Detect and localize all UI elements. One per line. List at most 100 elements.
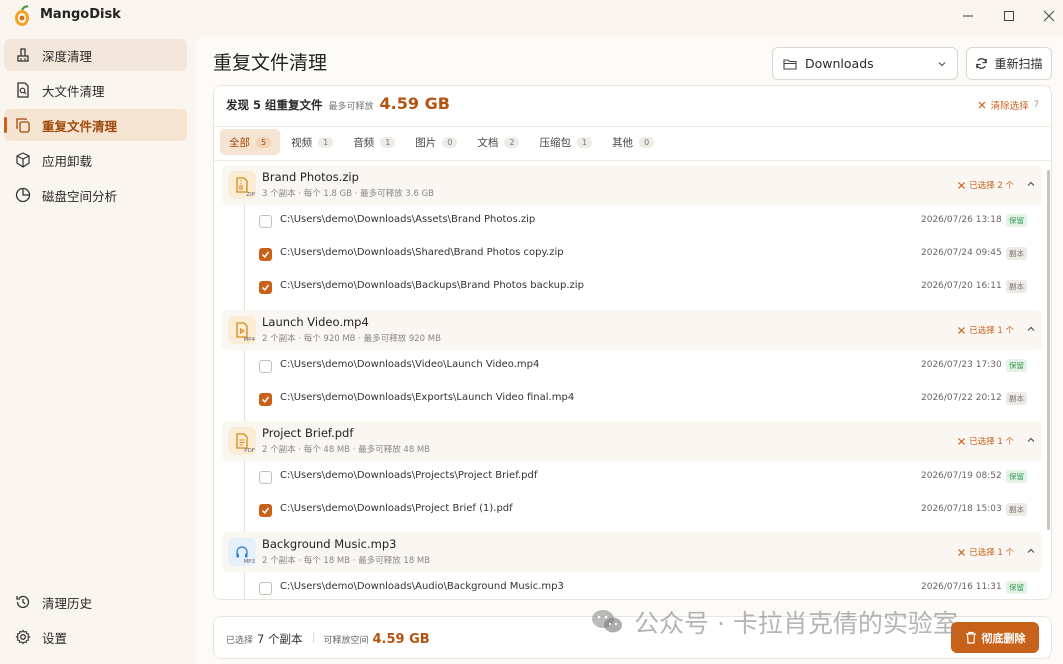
maximize-button[interactable] [999,6,1019,26]
rescan-button[interactable]: 重新扫描 [966,47,1052,80]
close-button[interactable] [1039,6,1059,26]
pie-chart-icon [14,186,32,204]
group-meta: 2 个副本 · 每个 48 MB · 最多可释放 48 MB [262,445,431,455]
file-row[interactable]: C:\Users\demo\Downloads\Backups\Brand Ph… [214,271,1034,304]
chevron-up-icon[interactable] [1026,323,1036,337]
file-row[interactable]: C:\Users\demo\Downloads\Exports\Launch V… [214,383,1034,416]
sidebar-item-settings[interactable]: 设置 [4,621,187,653]
file-row[interactable]: C:\Users\demo\Downloads\Project Brief (1… [214,494,1034,527]
group-header[interactable]: PDF Project Brief.pdf 2 个副本 · 每个 48 MB ·… [222,421,1042,461]
row-checkbox[interactable] [259,215,272,228]
row-checkbox[interactable] [259,360,272,373]
duplicate-badge: 副本 [1006,280,1027,293]
chevron-up-icon[interactable] [1026,545,1036,559]
active-indicator [4,117,7,133]
selected-value: 7 个副本 [257,632,303,646]
tab-label: 文档 [477,136,499,149]
sidebar-item-duplicate-files[interactable]: 重复文件清理 [4,109,187,141]
file-row[interactable]: C:\Users\demo\Downloads\Shared\Brand Pho… [214,238,1034,271]
group-selected-label: 已选择 1 个 [969,437,1014,447]
sidebar-item-label: 深度清理 [42,48,93,64]
group-header[interactable]: MP3 Background Music.mp3 2 个副本 · 每个 18 M… [222,532,1042,572]
file-row[interactable]: C:\Users\demo\Downloads\Video\Launch Vid… [214,350,1034,383]
group-selected[interactable]: 已选择 1 个 [958,435,1014,447]
duplicate-badge: 副本 [1006,392,1027,405]
sidebar: 深度清理 大文件清理 重复文件清理 应用卸载 磁盘空间分析 清理历史 设置 [0,36,196,664]
main-content: 重复文件清理 Downloads 重新扫描 发现 5 组重复文件 最多可释放 4… [196,36,1063,664]
sidebar-item-label: 大文件清理 [42,83,105,99]
file-path: C:\Users\demo\Downloads\Video\Launch Vid… [280,359,540,370]
duplicate-badge: 副本 [1006,503,1027,516]
tab-image[interactable]: 图片 0 [406,129,466,155]
sidebar-item-large-files[interactable]: 大文件清理 [4,74,187,106]
group-selected-label: 已选择 2 个 [969,181,1014,191]
video-file-icon: MP4 [228,316,256,344]
scrollbar-thumb[interactable] [1047,170,1050,530]
filter-tabs: 全部 5 视频 1 音频 1 图片 0 文档 2 压缩包 1 其他 0 [220,129,665,155]
sidebar-item-label: 磁盘空间分析 [42,188,118,204]
folder-select[interactable]: Downloads [772,47,958,80]
tab-video[interactable]: 视频 1 [282,129,342,155]
tab-document[interactable]: 文档 2 [468,129,528,155]
group-selected-label: 已选择 1 个 [969,548,1014,558]
sidebar-item-deep-clean[interactable]: 深度清理 [4,39,187,71]
check-icon [261,396,270,404]
delete-button[interactable]: 彻底删除 [951,622,1039,653]
group-selected[interactable]: 已选择 1 个 [958,324,1014,336]
minimize-button[interactable] [958,6,978,26]
chevron-down-icon [937,57,947,72]
trash-icon [965,631,976,644]
tab-count: 0 [442,136,458,148]
group-selected[interactable]: 已选择 2 个 [958,179,1014,191]
tab-other[interactable]: 其他 0 [603,129,663,155]
tab-count: 1 [380,136,396,148]
tab-archive[interactable]: 压缩包 1 [530,129,601,155]
chevron-up-icon[interactable] [1026,178,1036,192]
file-path: C:\Users\demo\Downloads\Projects\Project… [280,470,538,481]
sidebar-item-history[interactable]: 清理历史 [4,586,187,618]
space-value: 4.59 GB [372,632,430,647]
tab-label: 全部 [229,136,250,149]
check-icon [261,284,270,292]
close-icon [958,548,966,556]
file-date: 2026/07/23 17:30 [921,360,1002,370]
group-meta: 3 个副本 · 每个 1.8 GB · 最多可释放 3.6 GB [262,189,435,199]
broom-icon [14,46,32,64]
group-header[interactable]: ZIP Brand Photos.zip 3 个副本 · 每个 1.8 GB ·… [222,165,1042,205]
tab-count: 1 [576,136,593,148]
row-checkbox[interactable] [259,393,272,406]
group-meta: 2 个副本 · 每个 920 MB · 最多可释放 920 MB [262,334,441,344]
row-checkbox[interactable] [259,471,272,484]
chevron-up-icon[interactable] [1026,434,1036,448]
sidebar-item-uninstall[interactable]: 应用卸载 [4,144,187,176]
file-row[interactable]: C:\Users\demo\Downloads\Projects\Project… [214,461,1034,494]
file-row[interactable]: C:\Users\demo\Downloads\Assets\Brand Pho… [214,205,1034,238]
file-ext: MP3 [243,559,255,565]
title-bar: MangoDisk [0,0,1063,32]
file-path: C:\Users\demo\Downloads\Audio\Background… [280,581,564,592]
clear-selection-count: 7 [1033,100,1039,110]
file-row[interactable]: C:\Users\demo\Downloads\Audio\Background… [214,572,1034,599]
file-ext: MP4 [243,337,255,343]
file-path: C:\Users\demo\Downloads\Assets\Brand Pho… [280,214,536,225]
tab-audio[interactable]: 音频 1 [344,129,404,155]
row-checkbox[interactable] [259,281,272,294]
file-path: C:\Users\demo\Downloads\Shared\Brand Pho… [280,247,564,258]
row-checkbox[interactable] [259,504,272,517]
keep-badge: 保留 [1006,214,1027,227]
group-selected[interactable]: 已选择 1 个 [958,546,1014,558]
tab-count: 5 [256,136,272,148]
delete-label: 彻底删除 [981,631,1026,645]
tab-count: 1 [318,136,334,148]
close-icon [958,437,966,445]
file-date: 2026/07/24 09:45 [921,248,1002,258]
duplicate-badge: 副本 [1006,247,1027,260]
row-checkbox[interactable] [259,248,272,261]
tab-count: 2 [504,136,520,148]
history-icon [14,593,32,611]
tab-all[interactable]: 全部 5 [220,129,281,155]
sidebar-item-disk-analysis[interactable]: 磁盘空间分析 [4,179,187,211]
clear-selection-button[interactable]: 清除选择 7 [978,98,1039,112]
row-checkbox[interactable] [259,582,272,595]
group-header[interactable]: MP4 Launch Video.mp4 2 个副本 · 每个 920 MB ·… [222,310,1042,350]
